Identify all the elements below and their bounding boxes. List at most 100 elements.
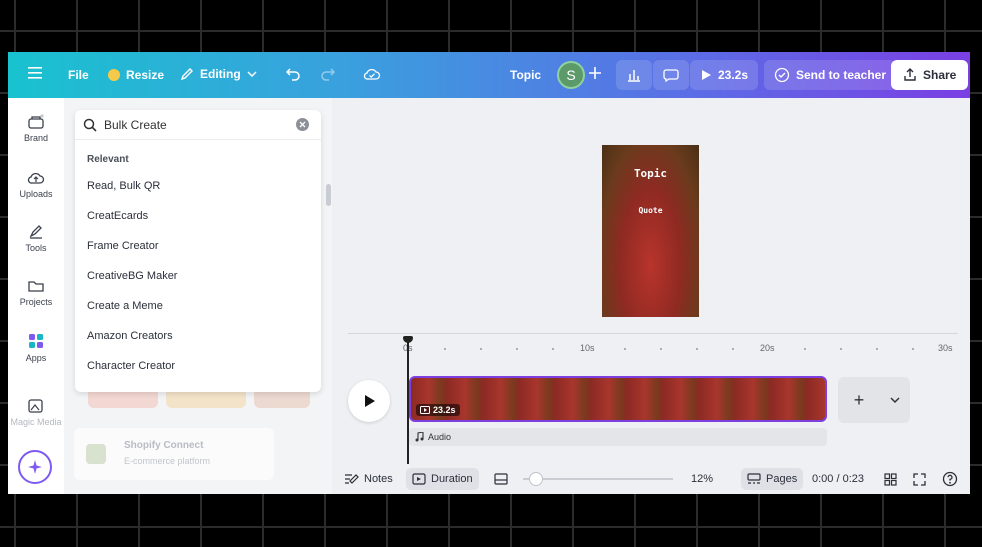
rail-item-uploads[interactable]: Uploads (8, 170, 64, 199)
tick-dot (552, 348, 554, 350)
search-result-item[interactable]: Read, Bulk QR (87, 180, 160, 192)
editing-label: Editing (200, 67, 241, 81)
brand-icon (28, 114, 44, 129)
notes-button[interactable]: Notes (344, 468, 393, 490)
comment-icon (663, 69, 679, 82)
timeline-play-button[interactable] (348, 380, 390, 422)
notes-label: Notes (364, 473, 393, 485)
video-clip[interactable]: 23.2s (409, 376, 827, 422)
time-readout: 0:00 / 0:23 (812, 473, 864, 485)
editing-mode-dropdown[interactable]: Editing (180, 67, 257, 81)
add-page-options-button[interactable] (880, 377, 910, 423)
search-value: Bulk Create (104, 118, 167, 132)
zoom-level[interactable]: 12% (691, 468, 713, 490)
collaborator-avatar[interactable]: S (557, 61, 585, 89)
search-result-item[interactable]: CreatEcards (87, 210, 148, 222)
pen-tool-icon (29, 225, 42, 239)
crown-icon (108, 69, 120, 81)
help-button[interactable] (942, 468, 958, 490)
clip-duration-badge: 23.2s (416, 404, 460, 416)
insights-button[interactable] (616, 60, 652, 90)
resize-label: Resize (126, 68, 165, 82)
search-result-item[interactable]: Character Creator (87, 360, 175, 372)
bar-chart-icon (628, 70, 640, 82)
chevron-down-icon (890, 397, 900, 404)
grid-icon (884, 472, 897, 486)
magic-assistant-button[interactable] (18, 450, 52, 484)
rail-item-tools[interactable]: Tools (8, 224, 64, 253)
search-result-item[interactable]: Amazon Creators (87, 330, 173, 342)
timeline-ruler (348, 333, 958, 334)
tick-label: 10s (580, 343, 595, 353)
invite-button[interactable] (588, 66, 602, 80)
search-input[interactable]: Bulk Create (75, 110, 321, 140)
pages-icon (747, 473, 761, 484)
app-card-shopify[interactable]: Shopify Connect E-commerce platform (74, 428, 274, 480)
share-button[interactable]: Share (891, 60, 969, 90)
tick-dot (660, 348, 662, 350)
duration-button[interactable]: Duration (406, 468, 479, 490)
resize-button[interactable]: Resize (108, 68, 164, 82)
search-result-item[interactable]: Frame Creator (87, 240, 159, 252)
play-icon (702, 70, 711, 80)
tick-label: 20s (760, 343, 775, 353)
rail-item-magic-media[interactable]: Magic Media (8, 398, 64, 427)
design-quote-text[interactable]: Quote (602, 206, 699, 215)
redo-button[interactable] (320, 67, 336, 81)
zoom-slider-handle[interactable] (529, 472, 543, 486)
design-page-thumbnail[interactable]: Topic Quote (602, 145, 699, 317)
shopify-icon (86, 444, 106, 464)
left-rail: Brand Uploads Tools Projects Apps Magic … (8, 98, 64, 494)
playhead[interactable] (407, 338, 409, 464)
search-result-item[interactable]: CreativeBG Maker (87, 270, 177, 282)
panel-scrollbar[interactable] (326, 184, 331, 206)
layout-icon (494, 473, 508, 485)
rail-label: Tools (25, 243, 47, 253)
chevron-down-icon (247, 71, 257, 78)
hamburger-menu-icon[interactable] (28, 67, 42, 79)
fullscreen-button[interactable] (913, 468, 926, 490)
rail-item-brand[interactable]: Brand (8, 114, 64, 143)
send-label: Send to teacher (796, 68, 887, 82)
check-circle-icon (774, 67, 790, 83)
pencil-icon (180, 68, 193, 81)
app-search-dropdown: Bulk Create Relevant Read, Bulk QR Creat… (75, 110, 321, 392)
tick-dot (876, 348, 878, 350)
rail-item-projects[interactable]: Projects (8, 278, 64, 307)
tick-dot (912, 348, 914, 350)
tick-dot (624, 348, 626, 350)
duration-icon (412, 473, 426, 485)
redo-icon (321, 68, 336, 81)
video-icon (420, 406, 430, 414)
zoom-slider-track[interactable] (523, 478, 673, 480)
sparkle-icon (28, 460, 42, 474)
play-duration: 23.2s (718, 68, 749, 82)
design-title[interactable]: Topic (510, 68, 541, 82)
fullscreen-icon (913, 472, 926, 486)
audio-track[interactable]: Audio (409, 428, 827, 446)
notes-icon (345, 474, 359, 484)
pages-button[interactable]: Pages (741, 468, 804, 490)
page-layout-button[interactable] (494, 468, 508, 490)
undo-button[interactable] (285, 67, 301, 81)
duration-label: Duration (431, 473, 473, 485)
share-label: Share (923, 68, 957, 82)
add-page-button[interactable]: + (838, 377, 880, 423)
clear-search-button[interactable] (296, 118, 309, 131)
comments-button[interactable] (653, 60, 689, 90)
send-to-teacher-button[interactable]: Send to teacher (764, 60, 897, 90)
cloud-save-status[interactable] (363, 67, 381, 81)
music-note-icon (415, 432, 424, 442)
apps-grid-icon (29, 334, 43, 348)
rail-label: Magic Media (10, 417, 62, 427)
rail-item-apps[interactable]: Apps (8, 332, 64, 363)
file-menu[interactable]: File (68, 68, 89, 82)
grid-view-button[interactable] (884, 468, 897, 490)
tick-dot (480, 348, 482, 350)
rail-label: Uploads (19, 189, 53, 199)
design-title-text[interactable]: Topic (602, 167, 699, 180)
tick-label: 30s (938, 343, 953, 353)
present-play-button[interactable]: 23.2s (690, 60, 759, 90)
canva-editor-window: File Resize Editing Topic S 23.2s Send t… (8, 52, 970, 494)
search-result-item[interactable]: Create a Meme (87, 300, 163, 312)
